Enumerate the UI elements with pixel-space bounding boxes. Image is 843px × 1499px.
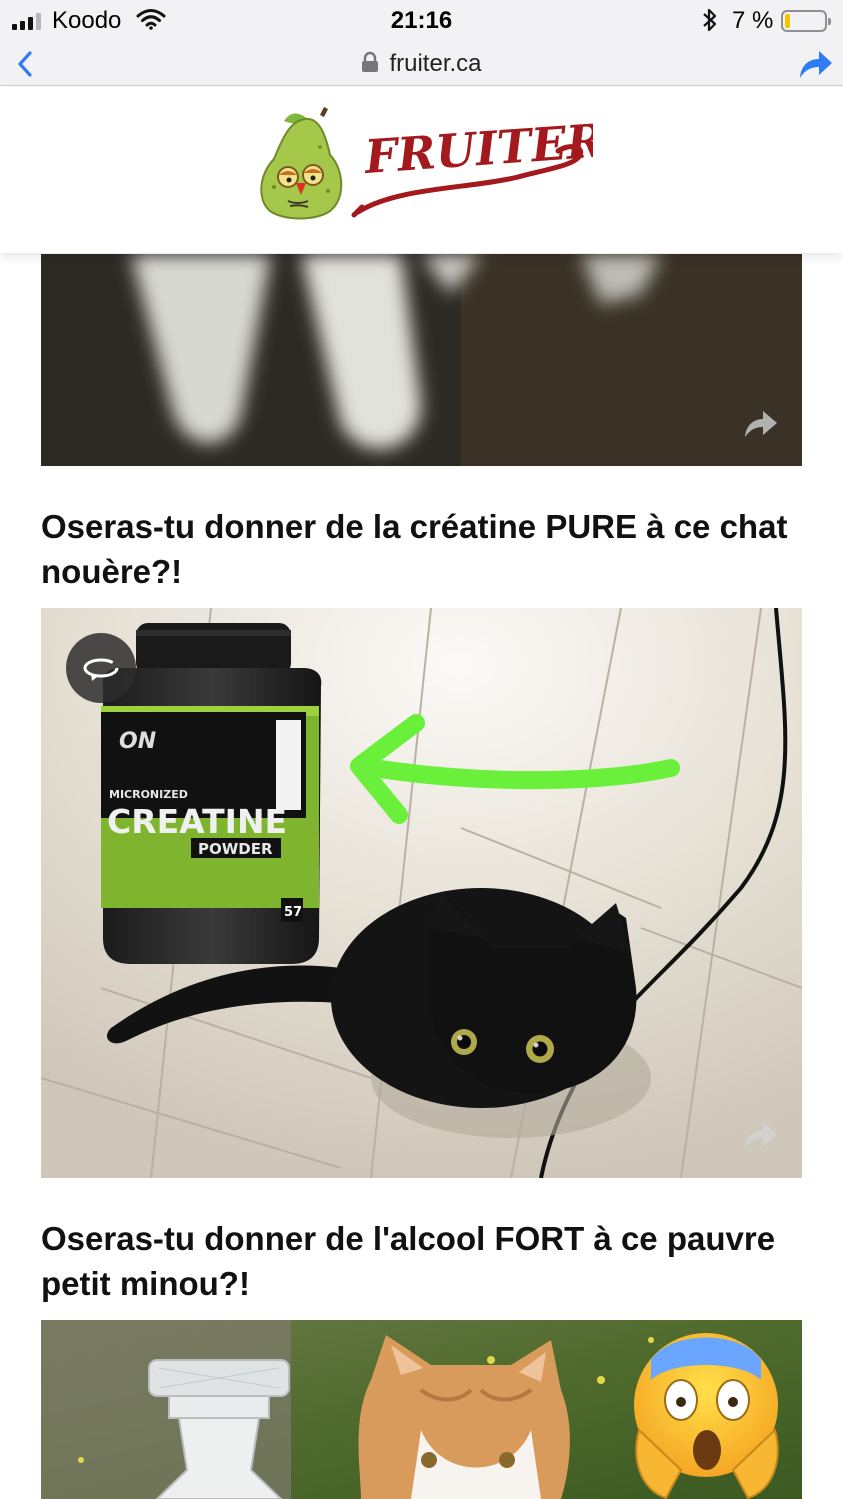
site-header: FRUITER — [0, 87, 843, 253]
tub-line-creatine: CREATINE — [107, 802, 287, 841]
screaming-emoji-icon — [634, 1333, 779, 1499]
post-image-creatine-cat[interactable]: ON MICRONIZED CREATINE POWDER 57 — [41, 608, 802, 1178]
tub-line-powder: POWDER — [198, 840, 273, 858]
post-title[interactable]: Oseras-tu donner de l'alcool FORT à ce p… — [41, 1216, 802, 1306]
url-field[interactable]: fruiter.ca — [0, 50, 843, 80]
share-arrow-icon — [745, 411, 777, 437]
status-bar: Koodo 21:16 7 % — [0, 0, 843, 42]
tub-line-micronized: MICRONIZED — [109, 788, 188, 801]
replay-button[interactable] — [66, 633, 136, 703]
url-text: fruiter.ca — [389, 50, 482, 77]
post-image-alcohol-cat[interactable] — [41, 1320, 802, 1499]
post-image-previous[interactable] — [41, 254, 802, 466]
pear-mascot-icon — [260, 107, 343, 220]
share-arrow-icon — [800, 51, 832, 78]
battery-level-fill — [785, 14, 790, 28]
share-post-button[interactable] — [743, 409, 783, 443]
fruiter-logo[interactable]: FRUITER — [258, 107, 593, 227]
lock-icon — [361, 51, 379, 80]
alcohol-cat-photo — [41, 1320, 802, 1499]
share-arrow-icon — [745, 1122, 777, 1148]
browser-chrome: Koodo 21:16 7 % fruiter.ca — [0, 0, 843, 86]
battery-icon — [781, 10, 831, 32]
address-bar: fruiter.ca — [0, 42, 843, 86]
share-button[interactable] — [797, 46, 835, 82]
post-title[interactable]: Oseras-tu donner de la créatine PURE à c… — [41, 504, 802, 594]
bluetooth-icon — [700, 6, 720, 41]
replay-icon — [83, 658, 119, 681]
tub-servings: 57 — [284, 905, 302, 920]
battery-percent: 7 % — [732, 7, 774, 34]
tub-brand: ON — [119, 729, 156, 754]
share-post-button[interactable] — [743, 1120, 783, 1154]
blurred-photo — [41, 254, 802, 466]
creatine-cat-photo: ON MICRONIZED CREATINE POWDER 57 — [41, 608, 802, 1178]
